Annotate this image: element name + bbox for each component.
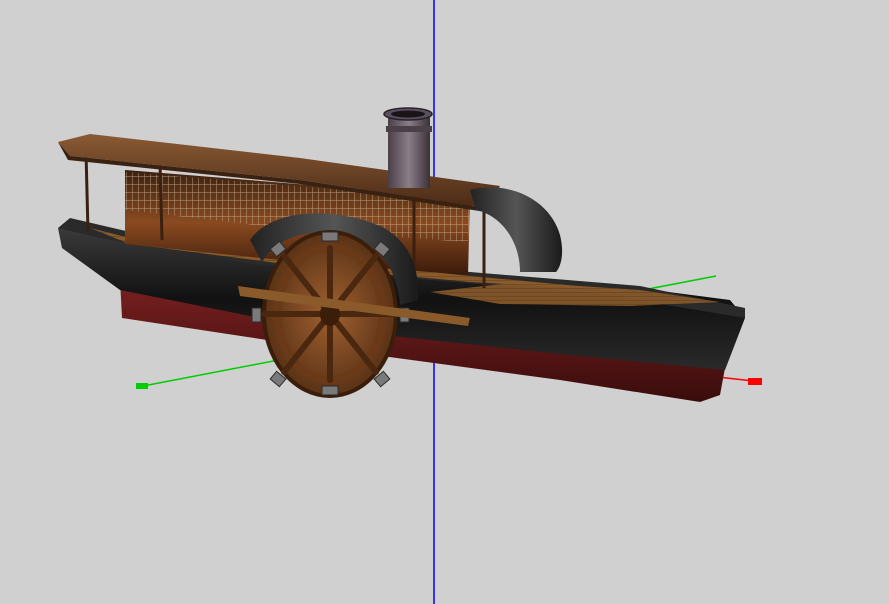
3d-viewport[interactable] — [0, 0, 889, 604]
scene-canvas — [58, 0, 763, 604]
roof-post-1 — [84, 151, 90, 233]
funnel-band — [386, 126, 432, 132]
funnel-mouth — [391, 110, 425, 118]
z-axis-tip-near — [136, 383, 148, 389]
funnel — [388, 114, 430, 188]
roof-post-2 — [158, 161, 164, 241]
x-axis-tip — [748, 378, 762, 385]
